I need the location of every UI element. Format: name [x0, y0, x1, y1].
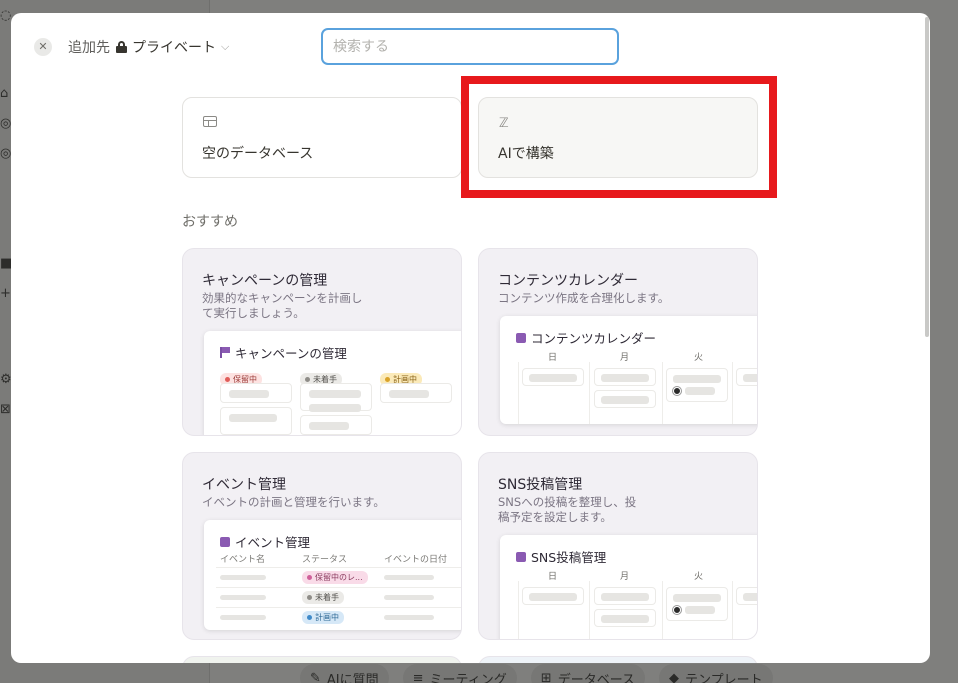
template-icon: ◆	[669, 670, 680, 683]
avatar	[673, 606, 681, 614]
column-header: イベント名	[220, 555, 266, 565]
calendar-event	[666, 587, 728, 621]
template-card-partial[interactable]	[478, 656, 758, 663]
calendar-event	[522, 587, 584, 605]
template-preview: キャンペーンの管理 保留中 未着手 計画中	[204, 331, 461, 435]
close-icon[interactable]: ✕	[34, 38, 52, 56]
privacy-label: プライベート	[132, 40, 216, 56]
preview-title: イベント管理	[235, 535, 311, 550]
bg-meeting-button: ≡ ミーティング	[402, 664, 517, 683]
day-label: 火	[694, 572, 704, 582]
template-description: イベントの計画と管理を行います。	[202, 495, 385, 509]
board-card	[220, 407, 292, 435]
preview-header: SNS投稿管理	[500, 535, 757, 566]
template-description: SNSへの投稿を整理し、投稿予定を設定します。	[498, 495, 637, 524]
preview-title: キャンペーンの管理	[235, 346, 347, 361]
add-to-label: 追加先	[68, 40, 110, 56]
day-label: 日	[548, 572, 558, 582]
lock-icon	[116, 41, 127, 53]
search-input[interactable]	[321, 28, 619, 65]
modal-scrollbar[interactable]	[924, 13, 930, 663]
calendar-event	[594, 390, 656, 408]
sparkle-icon: ✎	[310, 670, 321, 683]
ai-sparkle-icon: ℤ	[499, 116, 509, 131]
bg-template-button: ◆ テンプレート	[659, 664, 773, 683]
calendar-event	[594, 368, 656, 386]
recommended-heading: おすすめ	[182, 214, 238, 230]
template-title: イベント管理	[202, 477, 286, 493]
day-label: 日	[548, 353, 558, 363]
calendar-event	[736, 587, 757, 605]
table-icon: ⊞	[540, 670, 552, 683]
template-title: SNS投稿管理	[498, 477, 583, 493]
bg-database-button: ⊞ データベース	[530, 664, 646, 683]
meeting-icon: ≡	[412, 670, 424, 683]
ai-build-card[interactable]: ℤ AIで構築	[478, 97, 758, 178]
chevron-down-icon: ⌵	[221, 40, 230, 53]
empty-database-card[interactable]: 空のデータベース	[182, 97, 462, 178]
calendar-event	[666, 368, 728, 402]
empty-database-label: 空のデータベース	[202, 146, 314, 162]
status-badge: 保留中のレ...	[302, 571, 368, 584]
board-card	[300, 415, 372, 435]
preview-header: コンテンツカレンダー	[500, 316, 757, 347]
add-to-selector: 追加先 プライベート ⌵	[68, 37, 229, 57]
template-preview: SNS投稿管理 日 月 火	[500, 535, 757, 639]
privacy-dropdown[interactable]: プライベート ⌵	[116, 37, 229, 57]
board-card	[300, 383, 372, 412]
template-preview: イベント管理 イベント名 ステータス イベントの日付 保留中のレ... 未着手 …	[204, 520, 461, 630]
preview-header: イベント管理	[204, 520, 461, 551]
post-icon	[516, 551, 526, 562]
status-badge: 計画中	[302, 611, 344, 624]
flag-icon	[220, 347, 230, 358]
template-title: コンテンツカレンダー	[498, 273, 638, 289]
template-card-event[interactable]: イベント管理 イベントの計画と管理を行います。 イベント管理 イベント名 ステー…	[182, 452, 462, 640]
new-database-modal: ✕ 追加先 プライベート ⌵ 空のデータベース ℤ AIで構築 おすすめ キャン…	[11, 13, 930, 663]
ai-build-label: AIで構築	[498, 146, 554, 162]
template-card-sns[interactable]: SNS投稿管理 SNSへの投稿を整理し、投稿予定を設定します。 SNS投稿管理 …	[478, 452, 758, 640]
preview-header: キャンペーンの管理	[204, 331, 461, 362]
preview-title: コンテンツカレンダー	[531, 331, 657, 346]
calendar-event	[594, 587, 656, 605]
calendar-event	[522, 368, 584, 386]
avatar	[673, 387, 681, 395]
day-label: 月	[620, 353, 630, 363]
column-header: ステータス	[302, 555, 348, 565]
template-card-partial[interactable]	[182, 656, 462, 663]
background-bottom-bar: ✎ AIに質問 ≡ ミーティング ⊞ データベース ◆ テンプレート	[300, 664, 773, 683]
table-icon	[203, 116, 217, 131]
template-description: 効果的なキャンペーンを計画して実行しましょう。	[202, 291, 363, 320]
template-card-content-calendar[interactable]: コンテンツカレンダー コンテンツ作成を合理化します。 コンテンツカレンダー 日 …	[478, 248, 758, 436]
board-card	[380, 383, 452, 403]
bg-ask-ai-button: ✎ AIに質問	[300, 664, 389, 683]
template-preview: コンテンツカレンダー 日 月 火	[500, 316, 757, 424]
template-title: キャンペーンの管理	[202, 273, 328, 289]
calendar-icon	[516, 332, 526, 343]
column-header: イベントの日付	[384, 555, 448, 565]
template-card-campaign[interactable]: キャンペーンの管理 効果的なキャンペーンを計画して実行しましょう。 キャンペーン…	[182, 248, 462, 436]
template-description: コンテンツ作成を合理化します。	[498, 291, 670, 305]
day-label: 月	[620, 572, 630, 582]
calendar-event	[594, 609, 656, 627]
preview-title: SNS投稿管理	[531, 550, 607, 565]
ticket-icon	[220, 536, 230, 547]
calendar-event	[736, 368, 757, 386]
day-label: 火	[694, 353, 704, 363]
status-badge: 未着手	[302, 591, 344, 604]
board-card	[220, 383, 292, 403]
scrollbar-thumb[interactable]	[925, 17, 929, 337]
